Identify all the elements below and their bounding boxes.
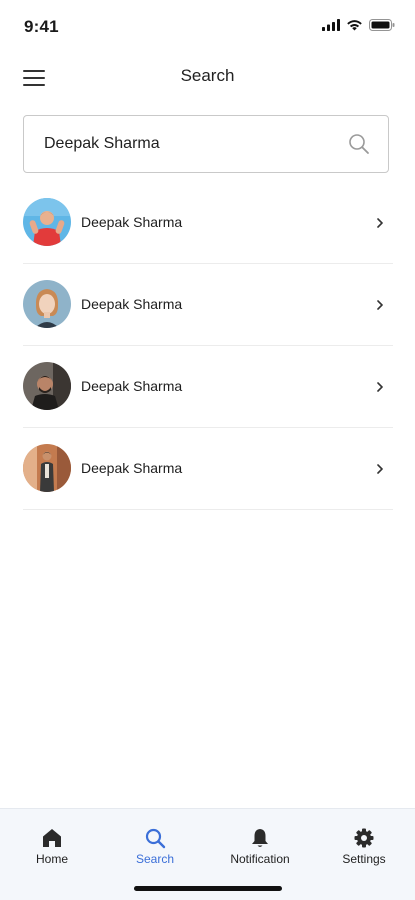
tab-label: Notification xyxy=(230,852,290,866)
list-item[interactable]: Deepak Sharma xyxy=(23,428,393,510)
home-icon xyxy=(43,829,61,847)
status-time: 9:41 xyxy=(24,17,59,36)
avatar xyxy=(23,362,71,410)
tab-label: Home xyxy=(35,852,68,866)
bell-icon xyxy=(252,829,268,847)
chevron-right-icon xyxy=(377,218,383,228)
list-item[interactable]: Deepak Sharma xyxy=(23,182,393,264)
home-indicator xyxy=(134,886,282,891)
cellular-signal-icon xyxy=(322,19,340,31)
result-name: Deepak Sharma xyxy=(81,460,183,476)
search-results-list: Deepak Sharma Deepak Sharma Deepak Sharm… xyxy=(23,182,393,510)
battery-icon xyxy=(369,19,395,31)
search-icon xyxy=(145,828,166,849)
chevron-right-icon xyxy=(377,382,383,392)
tab-search[interactable]: Search xyxy=(110,827,200,866)
avatar xyxy=(23,198,71,246)
search-icon[interactable] xyxy=(348,133,370,155)
bottom-tab-bar: Home Search Notification Settings xyxy=(0,808,415,900)
avatar xyxy=(23,280,71,328)
wifi-icon xyxy=(347,20,362,31)
tab-home[interactable]: Home xyxy=(7,827,97,866)
chevron-right-icon xyxy=(377,464,383,474)
tab-notification[interactable]: Notification xyxy=(215,827,305,866)
status-icons xyxy=(322,19,395,31)
nav-bar: Search xyxy=(0,52,415,102)
tab-label: Settings xyxy=(342,852,386,866)
tab-label: Search xyxy=(135,852,175,866)
list-item[interactable]: Deepak Sharma xyxy=(23,346,393,428)
search-box xyxy=(23,115,389,173)
gear-icon xyxy=(354,828,374,848)
status-bar: 9:41 xyxy=(0,0,415,52)
list-item[interactable]: Deepak Sharma xyxy=(23,264,393,346)
search-input[interactable] xyxy=(44,116,334,171)
avatar xyxy=(23,444,71,492)
result-name: Deepak Sharma xyxy=(81,214,183,230)
chevron-right-icon xyxy=(377,300,383,310)
page-title: Search xyxy=(180,66,235,85)
result-name: Deepak Sharma xyxy=(81,378,183,394)
result-name: Deepak Sharma xyxy=(81,296,183,312)
tab-settings[interactable]: Settings xyxy=(319,827,409,866)
